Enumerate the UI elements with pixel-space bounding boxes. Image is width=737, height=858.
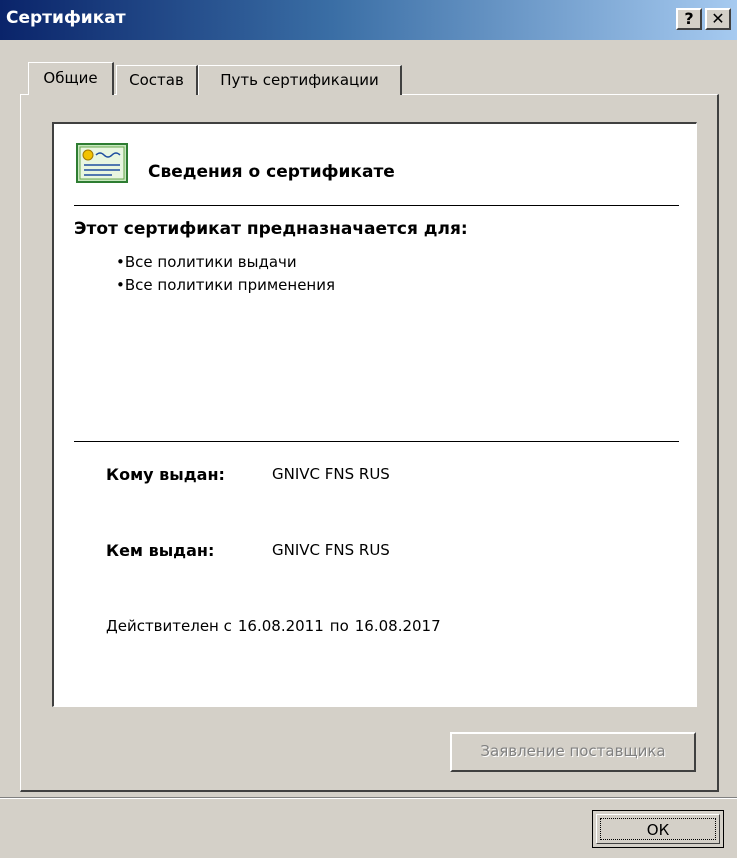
issuer-statement-button[interactable]: Заявление поставщика: [450, 732, 696, 772]
issued-by-label: Кем выдан:: [106, 541, 215, 560]
help-button[interactable]: ?: [676, 8, 702, 30]
close-button[interactable]: ✕: [705, 8, 731, 30]
tab-details[interactable]: Состав: [116, 65, 198, 95]
certificate-info-heading: Сведения о сертификате: [148, 162, 395, 182]
divider: [74, 205, 679, 206]
divider: [74, 441, 679, 442]
valid-to-date: 16.08.2017: [354, 617, 441, 635]
separator: [0, 797, 737, 799]
help-icon: ?: [684, 9, 694, 28]
valid-from-label: Действителен с: [106, 617, 232, 635]
validity-period: Действителен с 16.08.2011 по 16.08.2017: [106, 617, 447, 635]
certificate-icon: [76, 143, 128, 183]
close-icon: ✕: [711, 9, 725, 28]
purpose-title: Этот сертификат предназначается для:: [74, 219, 468, 239]
valid-from-date: 16.08.2011: [237, 617, 324, 635]
ok-button[interactable]: ОК: [592, 810, 724, 848]
ok-button-label: ОК: [646, 821, 670, 839]
purpose-item: •Все политики выдачи: [116, 253, 297, 271]
tab-general[interactable]: Общие: [28, 62, 114, 95]
issued-to-value[interactable]: GNIVC FNS RUS: [272, 465, 390, 483]
window-title: Сертификат: [6, 8, 126, 28]
valid-to-label: по: [329, 617, 349, 635]
issued-by-value[interactable]: GNIVC FNS RUS: [272, 541, 390, 559]
issued-to-label: Кому выдан:: [106, 465, 225, 484]
purpose-item: •Все политики применения: [116, 276, 336, 294]
title-bar[interactable]: Сертификат ? ✕: [0, 0, 737, 40]
tab-certification-path[interactable]: Путь сертификации: [198, 65, 402, 95]
